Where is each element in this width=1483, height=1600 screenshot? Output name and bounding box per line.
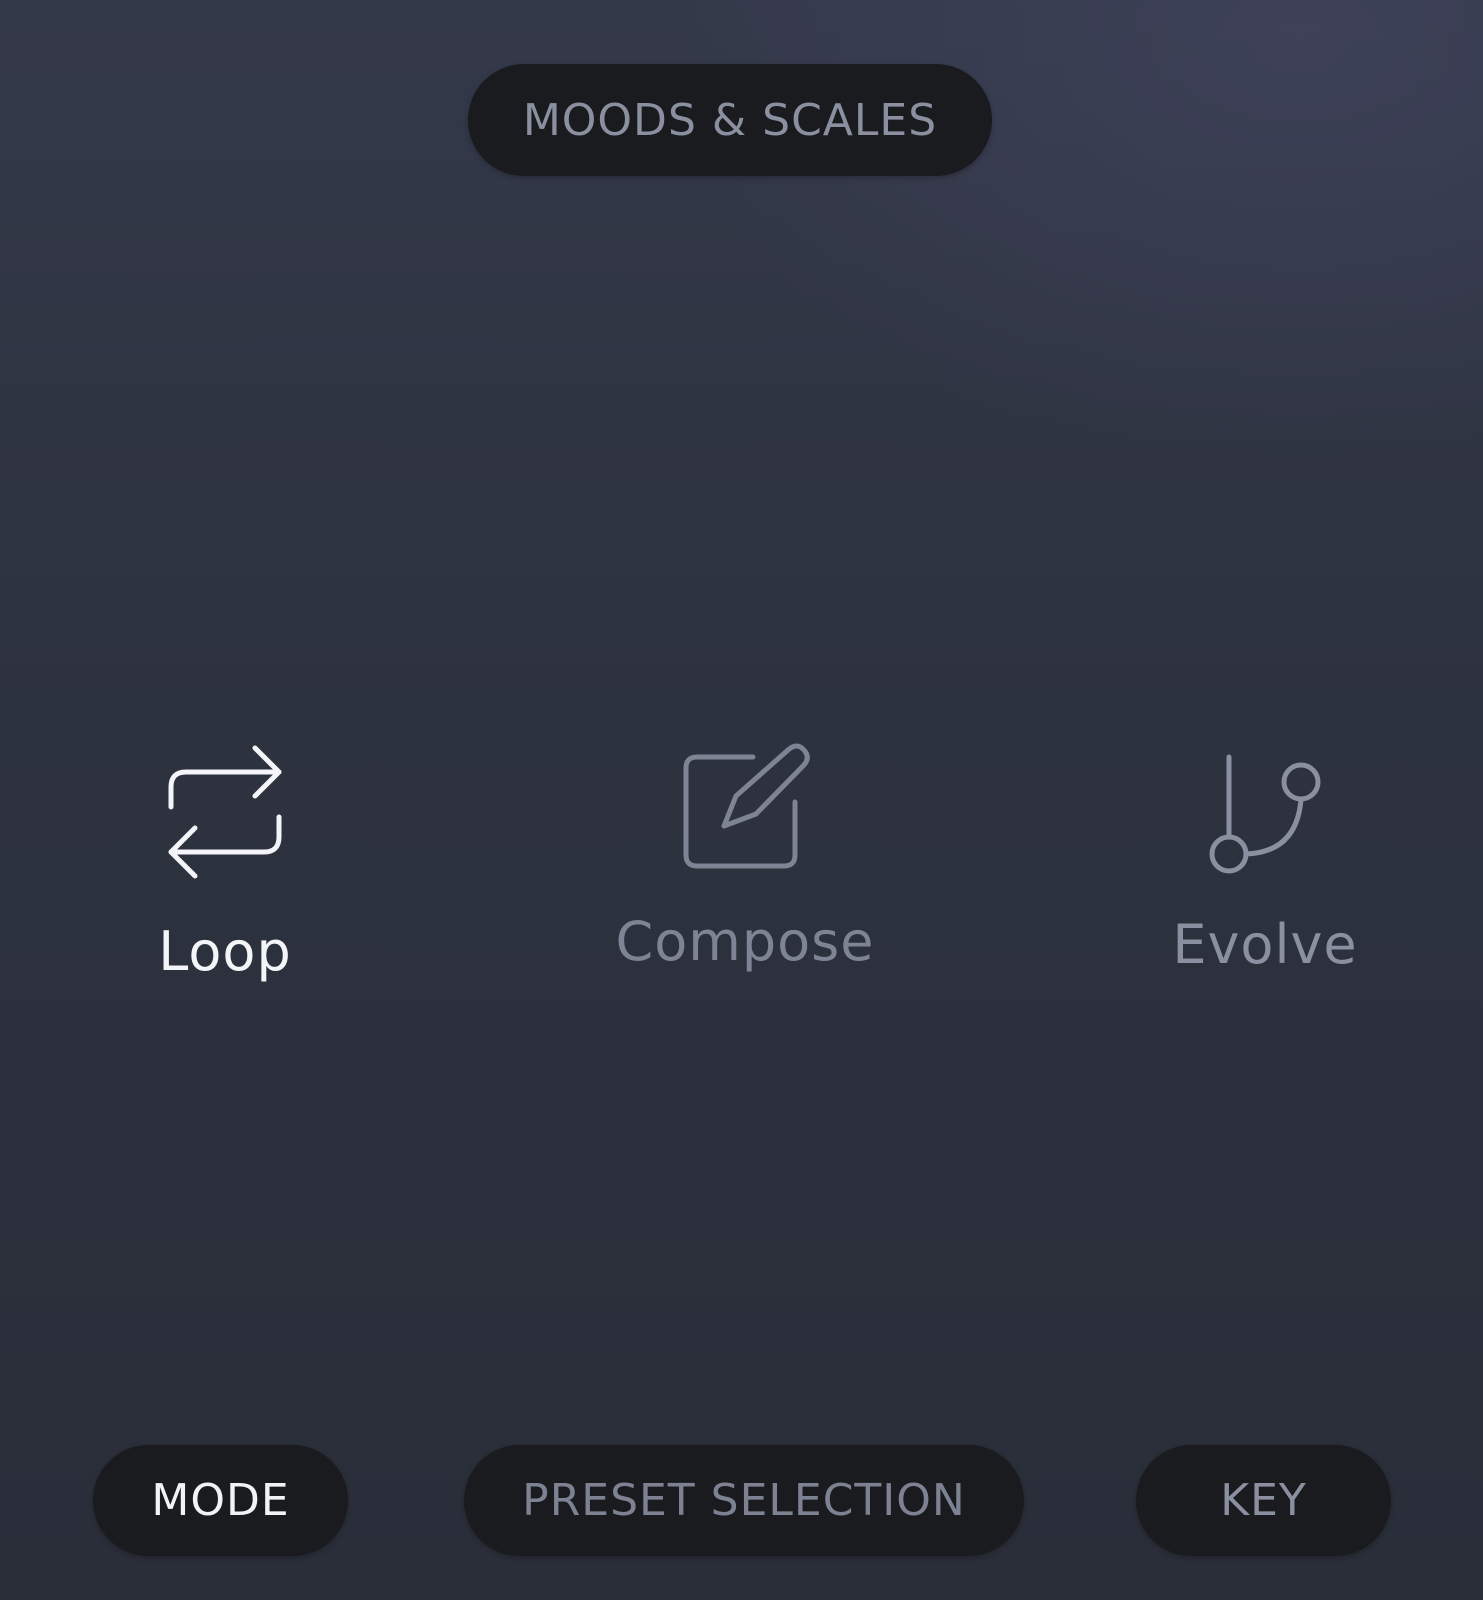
key-tab-label: KEY [1220,1475,1307,1526]
mode-option-compose[interactable]: Compose [615,742,875,973]
mode-option-evolve[interactable]: Evolve [1160,752,1370,976]
preset-selection-tab-label: PRESET SELECTION [522,1475,966,1526]
edit-icon [680,742,810,872]
mode-tab-label: MODE [151,1475,290,1526]
mode-tab-button[interactable]: MODE [93,1445,348,1556]
mode-option-label: Compose [615,910,875,973]
branch-icon [1205,752,1325,877]
preset-selection-tab-button[interactable]: PRESET SELECTION [464,1445,1024,1556]
mode-option-loop[interactable]: Loop [130,742,320,983]
mode-option-label: Loop [158,920,292,983]
mode-option-label: Evolve [1172,913,1358,976]
key-tab-button[interactable]: KEY [1136,1445,1391,1556]
moods-scales-label: MOODS & SCALES [522,94,938,146]
loop-icon [165,742,285,882]
moods-scales-button[interactable]: MOODS & SCALES [468,64,992,176]
